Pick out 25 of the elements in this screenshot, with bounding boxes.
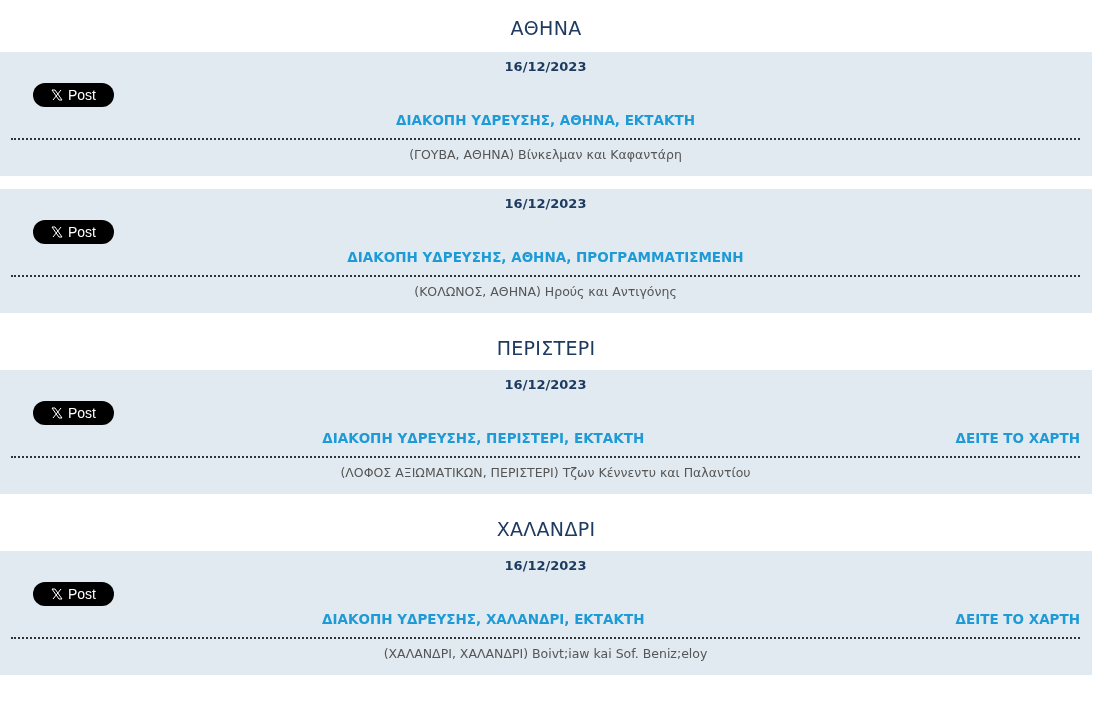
notice-title-link[interactable]: ΔΙΑΚΟΠΗ ΥΔΡΕΥΣΗΣ, ΧΑΛΑΝΔΡΙ, ΕΚΤΑΚΤΗ [11,611,956,627]
post-button[interactable]: Post [33,220,114,244]
x-logo-icon [51,226,63,238]
notice-date: 16/12/2023 [504,59,587,76]
post-button[interactable]: Post [33,83,114,107]
notice-date: 16/12/2023 [504,196,587,213]
x-logo-icon [51,588,63,600]
x-logo-icon [51,89,63,101]
notice-title-link[interactable]: ΔΙΑΚΟΠΗ ΥΔΡΕΥΣΗΣ, ΑΘΗΝΑ, ΠΡΟΓΡΑΜΜΑΤΙΣΜΕΝΗ [11,249,1080,265]
x-logo-icon [51,407,63,419]
notice-address: (ΓΟΥΒΑ, ΑΘΗΝΑ) Βίνκελμαν και Καφαντάρη [409,147,682,162]
section-heading: ΑΘΗΝΑ [510,17,582,39]
post-button[interactable]: Post [33,401,114,425]
map-link[interactable]: ΔΕΙΤΕ ΤΟ ΧΑΡΤΗ [955,611,1080,627]
map-link[interactable]: ΔΕΙΤΕ ΤΟ ΧΑΡΤΗ [955,430,1080,446]
notice-title-link[interactable]: ΔΙΑΚΟΠΗ ΥΔΡΕΥΣΗΣ, ΠΕΡΙΣΤΕΡΙ, ΕΚΤΑΚΤΗ [11,430,956,446]
notice-address: (ΚΟΛΩΝΟΣ, ΑΘΗΝΑ) Ηρούς και Αντιγόνης [414,284,677,299]
notice-title-link[interactable]: ΔΙΑΚΟΠΗ ΥΔΡΕΥΣΗΣ, ΑΘΗΝΑ, ΕΚΤΑΚΤΗ [11,112,1080,128]
notice-date: 16/12/2023 [504,558,587,575]
section-heading: ΠΕΡΙΣΤΕΡΙ [496,337,596,359]
section-heading: ΧΑΛΑΝΔΡΙ [496,518,596,540]
notice-date: 16/12/2023 [504,377,587,394]
post-button[interactable]: Post [33,582,114,606]
notice-address: (ΛΟΦΟΣ ΑΞΙΩΜΑΤΙΚΩΝ, ΠΕΡΙΣΤΕΡΙ) Τζων Κέννεντυ και Παλαντίου [340,465,751,480]
notice-address: (ΧΑΛΑΝΔΡΙ, ΧΑΛΑΝΔΡΙ) Boivt;iaw kai Sof. Beniz;eloy [383,646,708,661]
